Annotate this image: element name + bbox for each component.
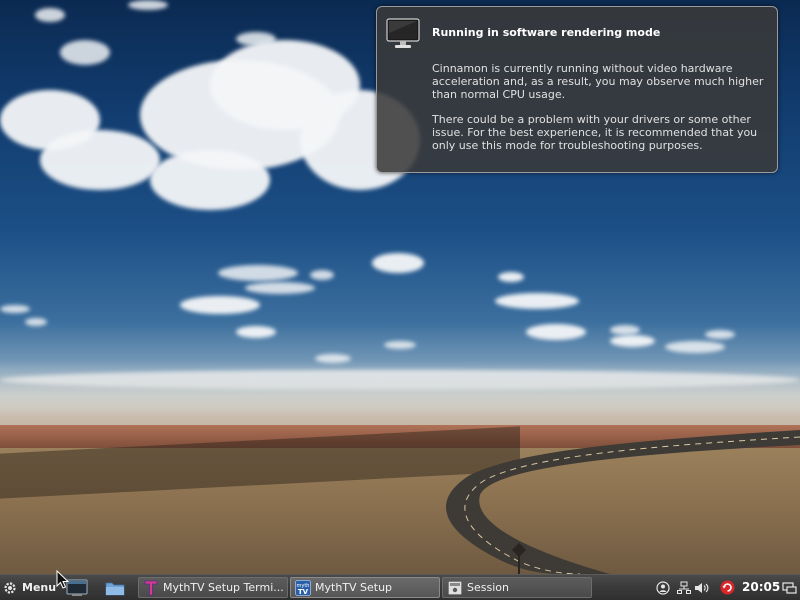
show-desktop-button[interactable] bbox=[782, 580, 797, 595]
session-icon bbox=[447, 580, 463, 596]
folder-icon bbox=[105, 582, 125, 596]
window-button-label: MythTV Setup Termi... bbox=[163, 581, 284, 594]
notification-body: Cinnamon is currently running without vi… bbox=[432, 62, 764, 101]
user-applet[interactable] bbox=[655, 580, 670, 595]
update-applet[interactable] bbox=[720, 580, 735, 595]
notification-body: There could be a problem with your drive… bbox=[432, 113, 758, 152]
show-desktop-icon bbox=[782, 581, 797, 594]
window-button-session[interactable]: Session bbox=[442, 577, 592, 598]
volume-applet[interactable] bbox=[694, 580, 709, 595]
files-launcher[interactable] bbox=[104, 577, 126, 599]
svg-text:TV: TV bbox=[298, 588, 309, 596]
window-button-label: Session bbox=[467, 581, 509, 594]
notification-popup[interactable]: Running in software rendering mode Cinna… bbox=[376, 6, 778, 173]
user-icon bbox=[655, 580, 670, 595]
menu-button[interactable]: Menu bbox=[0, 575, 60, 600]
window-button-mythtv-terminal[interactable]: MythTV Setup Termi... bbox=[138, 577, 288, 598]
notification-title: Running in software rendering mode bbox=[432, 26, 661, 39]
taskbar-panel: Menu MythTV Setup Termi... myth TV MythT… bbox=[0, 574, 800, 600]
mouse-cursor-icon bbox=[56, 570, 70, 589]
mythtv-terminal-icon bbox=[143, 580, 159, 596]
monitor-icon bbox=[386, 18, 420, 48]
update-icon bbox=[720, 580, 735, 595]
window-button-mythtv-setup[interactable]: myth TV MythTV Setup bbox=[290, 577, 440, 598]
gear-icon bbox=[4, 581, 16, 594]
road-surface bbox=[446, 430, 800, 574]
network-icon bbox=[676, 581, 691, 594]
volume-icon bbox=[695, 582, 709, 593]
clock[interactable]: 20:05 bbox=[742, 580, 780, 594]
mythtv-icon: myth TV bbox=[295, 579, 311, 596]
network-applet[interactable] bbox=[676, 580, 691, 595]
window-button-label: MythTV Setup bbox=[315, 581, 393, 594]
menu-label: Menu bbox=[22, 581, 57, 594]
